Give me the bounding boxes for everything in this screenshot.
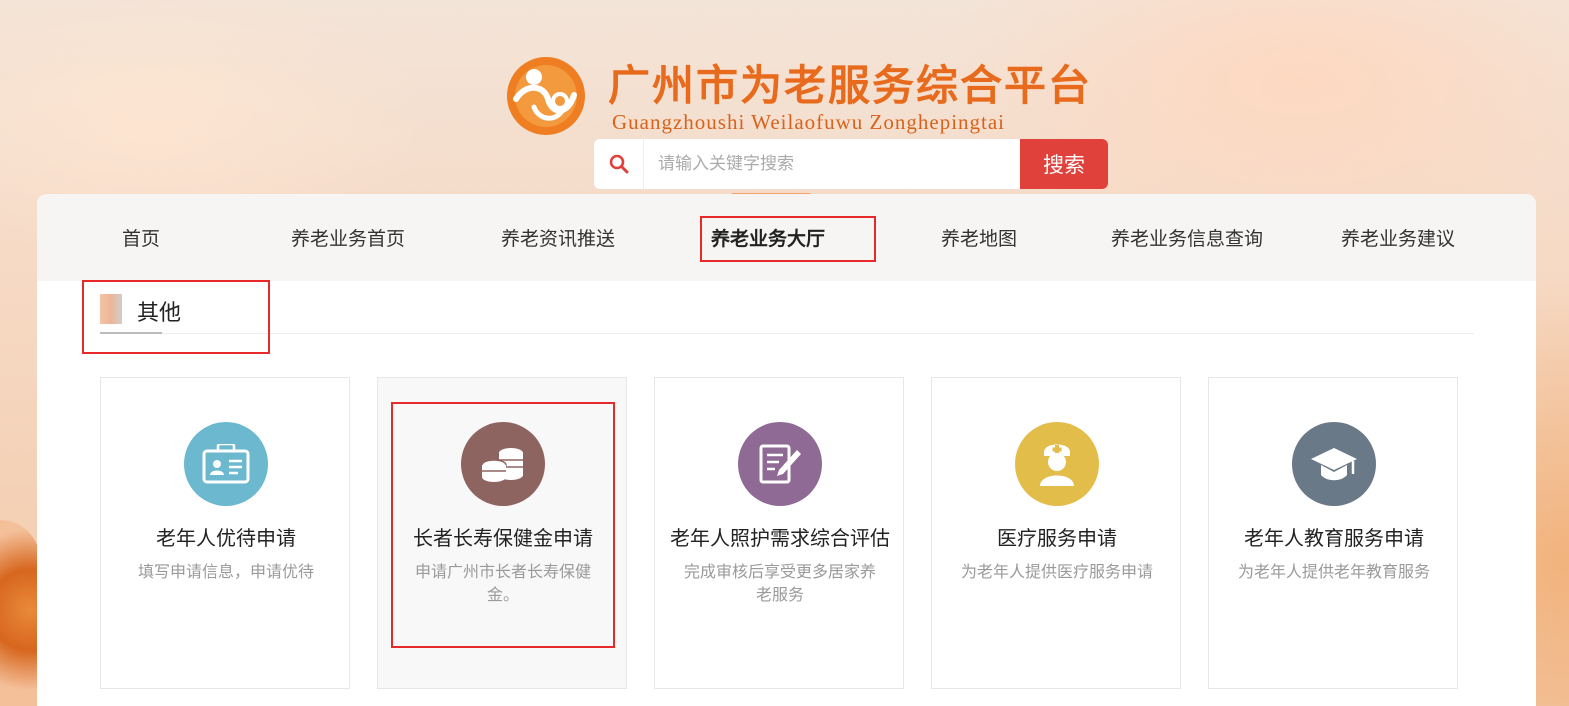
site-subtitle: Guangzhoushi Weilaofuwu Zonghepingtai xyxy=(612,110,1006,134)
search-input[interactable] xyxy=(644,139,1020,189)
card-description: 为老年人提供医疗服务申请 xyxy=(960,562,1153,581)
main-nav: 首页 养老业务首页 养老资讯推送 养老业务大厅 养老地图 养老业务信息查询 养老… xyxy=(37,194,1536,281)
card-highlight-box xyxy=(391,402,615,648)
card-title: 医疗服务申请 xyxy=(997,526,1117,550)
id-card-icon xyxy=(184,422,268,506)
graduation-cap-icon xyxy=(1292,422,1376,506)
logo-icon[interactable] xyxy=(504,55,588,137)
search-bar: 搜索 xyxy=(594,139,1108,189)
nurse-icon xyxy=(1015,422,1099,506)
tree-decoration xyxy=(0,520,40,706)
edit-document-icon xyxy=(738,422,822,506)
card-description: 为老年人提供老年教育服务 xyxy=(1237,562,1430,581)
card-title: 老年人照护需求综合评估 xyxy=(670,526,890,550)
search-button[interactable]: 搜索 xyxy=(1020,139,1108,189)
site-title: 广州市为老服务综合平台 xyxy=(608,61,1093,110)
nav-item-business-home[interactable]: 养老业务首页 xyxy=(291,224,405,251)
card-description: 完成审核后享受更多居家养老服务 xyxy=(683,562,876,604)
nav-item-suggestions[interactable]: 养老业务建议 xyxy=(1341,224,1455,251)
nav-item-info-query[interactable]: 养老业务信息查询 xyxy=(1111,224,1263,251)
card-title: 老年人教育服务申请 xyxy=(1244,526,1424,550)
card-title: 老年人优待申请 xyxy=(156,526,296,550)
nav-highlight-box xyxy=(700,216,876,262)
service-card-education[interactable]: 老年人教育服务申请 为老年人提供老年教育服务 xyxy=(1208,377,1458,689)
service-card-care-assessment[interactable]: 老年人照护需求综合评估 完成审核后享受更多居家养老服务 xyxy=(654,377,904,689)
search-icon[interactable] xyxy=(594,139,644,189)
card-description: 填写申请信息，申请优待 xyxy=(137,562,314,581)
service-card-preferential[interactable]: 老年人优待申请 填写申请信息，申请优待 xyxy=(100,377,350,689)
site-header: 广州市为老服务综合平台 Guangzhoushi Weilaofuwu Zong… xyxy=(0,0,1569,197)
nav-item-home[interactable]: 首页 xyxy=(122,224,160,251)
nav-item-map[interactable]: 养老地图 xyxy=(941,224,1017,251)
nav-item-news[interactable]: 养老资讯推送 xyxy=(501,224,615,251)
main-panel: 首页 养老业务首页 养老资讯推送 养老业务大厅 养老地图 养老业务信息查询 养老… xyxy=(37,194,1536,706)
section-header: 其他 xyxy=(100,294,1474,334)
service-card-medical[interactable]: 医疗服务申请 为老年人提供医疗服务申请 xyxy=(931,377,1181,689)
section-highlight-box xyxy=(82,280,270,354)
